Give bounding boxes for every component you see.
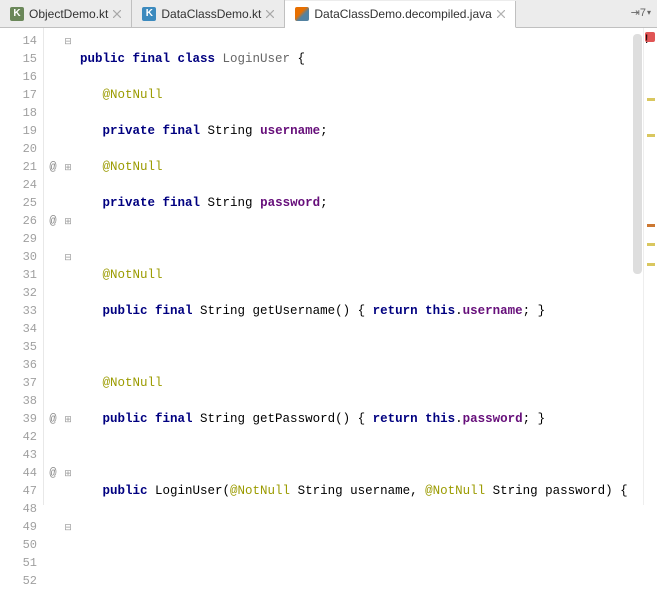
warning-marker[interactable]	[647, 263, 655, 266]
code-area[interactable]: public final class LoginUser { @NotNull …	[74, 28, 657, 505]
fold-gutter: ⊟⊞⊞⊟⊞⊞⊟	[62, 28, 74, 505]
override-icon[interactable]: @	[44, 158, 62, 176]
fold-icon[interactable]: ⊞	[62, 410, 74, 428]
fold-icon[interactable]: ⊞	[62, 158, 74, 176]
dropdown-icon: ▾	[647, 8, 651, 17]
fold-icon[interactable]: ⊟	[62, 248, 74, 266]
error-marker[interactable]: !	[645, 32, 655, 42]
warning-marker[interactable]	[647, 134, 655, 137]
editor-tabs: K ObjectDemo.kt K DataClassDemo.kt DataC…	[0, 0, 657, 28]
tab-label: ObjectDemo.kt	[29, 7, 108, 21]
close-icon[interactable]	[266, 10, 274, 18]
code-editor[interactable]: 1415161718192021242526293031323334353637…	[0, 28, 657, 505]
tab-dataclassdemo[interactable]: K DataClassDemo.kt	[132, 0, 285, 27]
warning-marker[interactable]	[647, 98, 655, 101]
tab-label: DataClassDemo.kt	[161, 7, 261, 21]
tab-decompiled[interactable]: DataClassDemo.decompiled.java	[285, 1, 515, 28]
java-icon	[295, 7, 309, 21]
override-icon[interactable]: @	[44, 410, 62, 428]
tab-objectdemo[interactable]: K ObjectDemo.kt	[0, 0, 132, 27]
error-stripe[interactable]: !	[643, 28, 657, 505]
close-icon[interactable]	[113, 10, 121, 18]
warning-marker[interactable]	[647, 224, 655, 227]
annotation-gutter: @ @ @ @	[44, 28, 62, 505]
tab-label: DataClassDemo.decompiled.java	[314, 7, 491, 21]
kotlin-icon: K	[142, 7, 156, 21]
kotlin-icon: K	[10, 7, 24, 21]
close-icon[interactable]	[497, 10, 505, 18]
line-gutter: 1415161718192021242526293031323334353637…	[0, 28, 44, 505]
fold-icon[interactable]: ⊟	[62, 518, 74, 536]
warning-marker[interactable]	[647, 243, 655, 246]
tab-options-label: ⇥7	[631, 6, 646, 19]
fold-icon[interactable]: ⊞	[62, 464, 74, 482]
fold-icon[interactable]: ⊟	[62, 32, 74, 50]
scrollbar[interactable]	[633, 34, 642, 274]
tab-options[interactable]: ⇥7 ▾	[631, 6, 651, 19]
fold-icon[interactable]: ⊞	[62, 212, 74, 230]
override-icon[interactable]: @	[44, 464, 62, 482]
override-icon[interactable]: @	[44, 212, 62, 230]
